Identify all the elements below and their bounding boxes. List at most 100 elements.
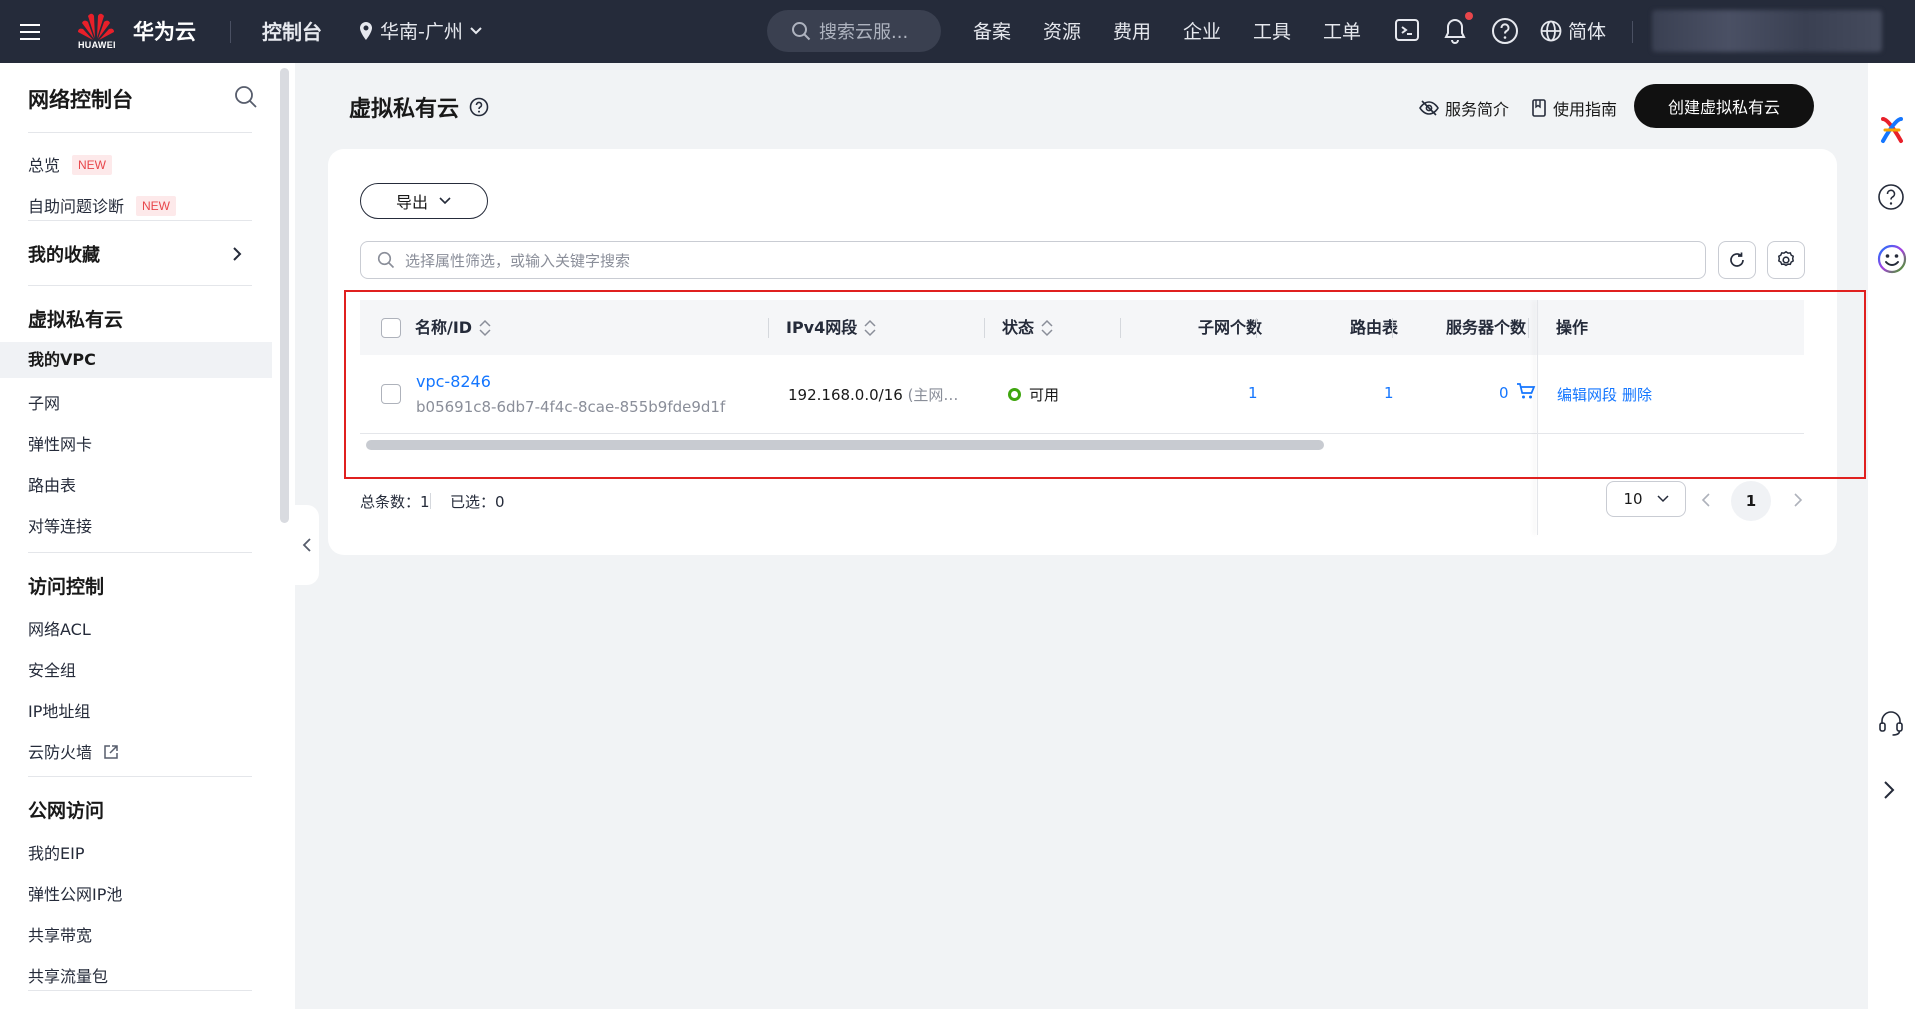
user-account-menu[interactable] [1652,10,1882,52]
expand-rail-chevron-icon[interactable] [1881,778,1897,802]
column-header-status[interactable]: 状态 [1002,300,1054,355]
sidebar-item-my-vpc[interactable]: 我的VPC [0,342,272,378]
filter-placeholder: 选择属性筛选，或输入关键字搜索 [405,251,631,270]
huawei-logo-text: HUAWEI [78,40,116,50]
sidebar-item-subnet[interactable]: 子网 [28,390,60,414]
divider [1632,21,1633,43]
sidebar-item-shared-bandwidth[interactable]: 共享带宽 [28,922,92,946]
page-title-text: 虚拟私有云 [349,97,460,122]
column-divider [1528,318,1529,338]
table-horizontal-scrollbar[interactable] [366,440,1324,450]
refresh-button[interactable] [1718,241,1756,279]
previous-page-icon[interactable] [1700,491,1712,509]
chevron-left-icon [302,538,311,552]
brand-name[interactable]: 华为云 [133,16,196,46]
sidebar-item-eip-pool[interactable]: 弹性公网IP池 [28,881,122,905]
column-header-route-tables: 路由表 [1350,318,1399,337]
sidebar-item-cloud-firewall[interactable]: 云防火墙 [28,739,119,763]
row-checkbox[interactable] [381,384,401,404]
external-link-icon [104,745,118,759]
nav-billing[interactable]: 费用 [1113,17,1151,44]
region-selector[interactable]: 华南-广州 [358,17,483,44]
sidebar-item-eni[interactable]: 弹性网卡 [28,431,92,455]
page-size-select[interactable]: 10 [1606,481,1686,517]
sidebar-item-network-acl[interactable]: 网络ACL [28,616,91,640]
search-icon [377,251,395,269]
notification-bell-icon[interactable] [1442,17,1470,45]
delete-link[interactable]: 删除 [1622,384,1652,405]
nav-tools[interactable]: 工具 [1253,17,1291,44]
sidebar-item-ip-group[interactable]: IP地址组 [28,698,90,722]
chevron-right-icon[interactable] [228,245,246,263]
chevron-down-icon [470,26,482,34]
sidebar-item-security-group[interactable]: 安全组 [28,657,76,681]
feedback-smiley-icon[interactable] [1877,244,1907,274]
console-link[interactable]: 控制台 [262,16,322,45]
edit-cidr-link[interactable]: 编辑网段 [1557,384,1617,405]
total-value: 1 [420,493,430,511]
export-button[interactable]: 导出 [360,183,488,219]
create-vpc-button[interactable]: 创建虚拟私有云 [1634,84,1814,128]
column-label: IPv4网段 [786,318,858,337]
service-intro-label: 服务简介 [1445,100,1510,119]
table-settings-button[interactable] [1767,241,1805,279]
sort-icon[interactable] [1040,319,1054,337]
column-header-ipv4[interactable]: IPv4网段 [786,300,877,355]
route-table-count-link[interactable]: 1 [1384,384,1394,402]
sidebar-collapse-toggle[interactable] [295,505,319,585]
sidebar-item-overview[interactable]: 总览 NEW [28,152,113,176]
sticky-column-divider [1537,300,1538,535]
usage-guide-link[interactable]: 使用指南 [1531,96,1617,120]
filter-search-input[interactable]: 选择属性筛选，或输入关键字搜索 [360,241,1706,279]
sort-icon[interactable] [863,319,877,337]
divider [28,132,252,133]
global-search-placeholder: 搜索云服... [819,22,909,43]
help-center-icon[interactable] [1877,183,1905,211]
customer-service-headset-icon[interactable] [1877,708,1905,738]
subnet-count-link[interactable]: 1 [1248,384,1258,402]
next-page-icon[interactable] [1792,491,1804,509]
ipv4-cell: 192.168.0.0/16 (主网… [788,384,958,405]
help-icon[interactable] [469,97,489,117]
help-icon[interactable] [1491,17,1519,45]
page-size-value: 10 [1623,490,1643,508]
top-navigation-bar: HUAWEI 华为云 控制台 华南-广州 搜索云服... 备案 资源 费用 企业… [0,0,1915,63]
cloud-shell-icon[interactable] [1394,17,1422,45]
total-count: 总条数：1 [360,491,430,512]
export-label: 导出 [395,193,428,212]
column-divider [984,318,985,338]
nav-icp-filing[interactable]: 备案 [973,17,1011,44]
sidebar-item-my-eip[interactable]: 我的EIP [28,840,84,864]
selected-count: 已选：0 [450,491,505,512]
sidebar-scrollbar[interactable] [280,68,289,523]
selected-value: 0 [495,493,505,511]
sidebar-item-label: 自助问题诊断 [28,197,125,216]
column-header-name[interactable]: 名称/ID [415,300,492,355]
nav-enterprise[interactable]: 企业 [1183,17,1221,44]
new-badge: NEW [136,196,177,216]
divider [28,776,252,777]
status-cell: 可用 [1008,384,1059,405]
vpc-name-link[interactable]: vpc-8246 [416,372,491,391]
add-server-cart-icon[interactable] [1516,382,1536,400]
region-label: 华南-广州 [380,21,463,43]
select-all-checkbox[interactable] [381,318,401,338]
sidebar-item-diagnosis[interactable]: 自助问题诊断 NEW [28,193,177,217]
global-search-input[interactable]: 搜索云服... [767,10,941,52]
ai-assistant-icon[interactable] [1877,115,1907,145]
hamburger-menu-icon[interactable] [18,20,42,44]
sidebar-group-vpc: 虚拟私有云 [28,309,124,331]
service-intro-link[interactable]: 服务简介 [1419,96,1509,120]
sidebar-item-shared-data-package[interactable]: 共享流量包 [28,963,108,987]
sidebar-item-peering[interactable]: 对等连接 [28,513,92,537]
language-selector[interactable]: 简体 [1540,17,1606,44]
sort-icon[interactable] [478,319,492,337]
current-page-button[interactable]: 1 [1731,481,1771,521]
sidebar-item-favorites[interactable]: 我的收藏 [28,241,100,267]
sidebar-search-icon[interactable] [234,85,258,109]
selected-label: 已选： [450,493,496,511]
sidebar-item-route-table[interactable]: 路由表 [28,472,76,496]
nav-resources[interactable]: 资源 [1043,17,1081,44]
server-count-link[interactable]: 0 [1499,384,1509,402]
nav-tickets[interactable]: 工单 [1323,17,1361,44]
